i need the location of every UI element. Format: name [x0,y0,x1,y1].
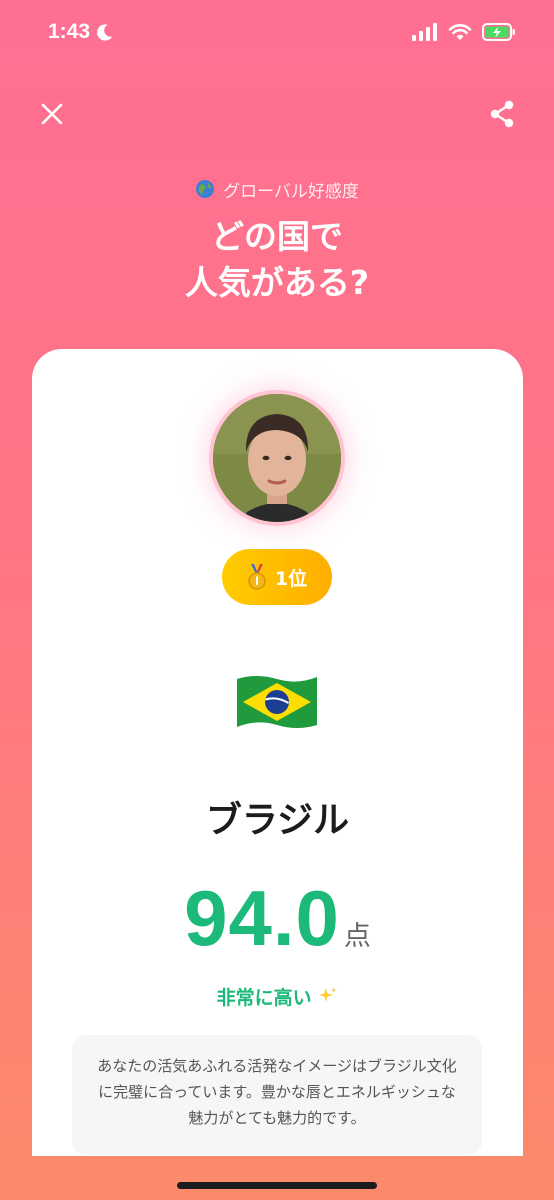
score-value: 94.0 [184,874,340,962]
share-icon [490,100,514,128]
signal-icon [412,23,437,41]
globe-icon [196,180,215,198]
sparkles-icon [319,987,337,1002]
close-icon [41,103,63,125]
status-time: 1:43 [48,20,114,44]
brazil-flag-icon [237,676,317,728]
medal-icon [248,564,266,590]
avatar [209,390,345,526]
clock-text: 1:43 [48,20,91,43]
home-bar-area [0,1156,554,1200]
country-name: ブラジル [205,800,350,841]
wifi-icon [448,24,472,40]
title-line-1: どの国で [211,217,343,256]
section-label: グローバル好感度 [223,181,359,202]
score-unit: 点 [343,921,371,952]
status-indicators [412,23,516,41]
status-bar: 1:43 [0,0,554,64]
close-button[interactable] [30,92,74,136]
description-box: あなたの活気あふれる活発なイメージはブラジル文化に完璧に合っています。豊かな唇と… [72,1035,482,1155]
moon-icon [97,24,113,41]
rank-badge: 1位 [222,549,332,605]
description-text: あなたの活気あふれる活発なイメージはブラジル文化に完璧に合っています。豊かな唇と… [97,1057,457,1127]
rank-label: 1位 [274,567,308,590]
score-level: 非常に高い [32,983,523,1010]
score: 94.0 点 [32,873,523,964]
battery-icon [482,23,515,41]
page-title: どの国で 人気がある? [0,214,554,306]
score-level-text: 非常に高い [216,987,312,1009]
section-label-row: グローバル好感度 [0,176,554,202]
avatar-portrait [213,394,341,522]
result-card: 1位 ブラジル 94.0 点 非常に高い あなたの活気あふれる活発なイメージはブ… [32,349,523,1200]
title-line-2: 人気がある? [184,263,370,302]
top-nav [0,92,554,136]
home-indicator[interactable] [177,1182,377,1189]
share-button[interactable] [480,92,524,136]
